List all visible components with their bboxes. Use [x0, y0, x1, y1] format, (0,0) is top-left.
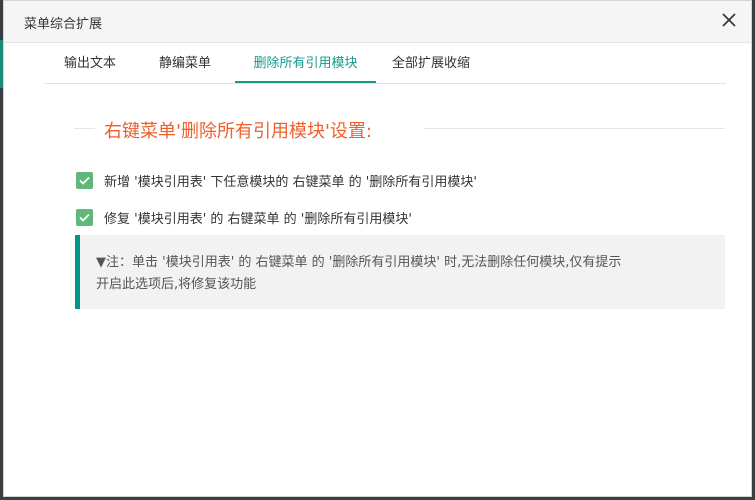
tab-static-menu[interactable]: 静编菜单 [159, 43, 211, 82]
dialog-window: 菜单综合扩展 输出文本 静编菜单 删除所有引用模块 全部扩展收缩 右键菜单'删除… [3, 0, 752, 497]
tab-bar: 输出文本 静编菜单 删除所有引用模块 全部扩展收缩 [44, 43, 726, 84]
tab-delete-all-refs[interactable]: 删除所有引用模块 [235, 43, 376, 83]
note-line-1: ▼注：单击 '模块引用表' 的 右键菜单 的 '删除所有引用模块' 时,无法删除… [96, 255, 622, 270]
section-title: 右键菜单'删除所有引用模块'设置: [104, 121, 372, 142]
option-label: 新增 '模块引用表' 下任意模块的 右键菜单 的 '删除所有引用模块' [104, 174, 477, 190]
option-fix-delete-refs[interactable]: 修复 '模块引用表' 的 右键菜单 的 '删除所有引用模块' [76, 208, 412, 227]
checkbox-checked-icon[interactable] [76, 171, 93, 189]
checkbox-checked-icon[interactable] [76, 208, 93, 226]
option-add-delete-refs[interactable]: 新增 '模块引用表' 下任意模块的 右键菜单 的 '删除所有引用模块' [76, 171, 477, 190]
note-box: ▼注：单击 '模块引用表' 的 右键菜单 的 '删除所有引用模块' 时,无法删除… [75, 235, 725, 309]
note-line-2: 开启此选项后,将修复该功能 [96, 277, 257, 292]
option-label: 修复 '模块引用表' 的 右键菜单 的 '删除所有引用模块' [104, 211, 412, 227]
tab-output-text[interactable]: 输出文本 [64, 43, 116, 82]
close-icon[interactable] [721, 12, 737, 28]
section-divider-right [424, 128, 725, 129]
tab-expand-collapse-all[interactable]: 全部扩展收缩 [392, 43, 470, 82]
section-divider-left [74, 128, 95, 129]
dialog-titlebar: 菜单综合扩展 [4, 1, 751, 43]
dialog-title: 菜单综合扩展 [24, 17, 103, 32]
background-accent [0, 40, 3, 88]
